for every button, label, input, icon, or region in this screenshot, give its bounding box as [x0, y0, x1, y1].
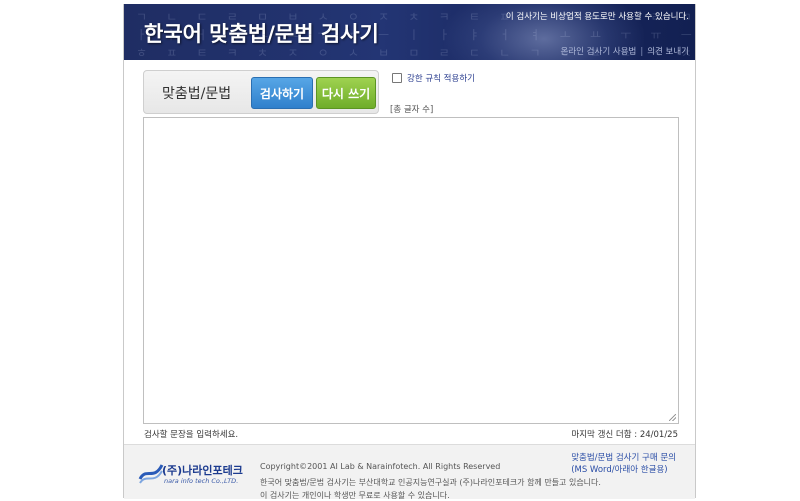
check-button[interactable]: 검사하기 — [251, 77, 313, 109]
last-updated: 마지막 갱신 더함 : 24/01/25 — [571, 430, 678, 440]
link-separator: | — [640, 47, 644, 57]
nara-logo-icon — [138, 464, 164, 484]
input-hint: 검사할 문장을 입력하세요. — [144, 430, 239, 440]
company-sub: nara info tech Co.,LTD. — [164, 477, 239, 485]
tab-spelling-grammar[interactable]: 맞춤법/문법 — [162, 83, 231, 103]
checker-window: ㄱ ㄴ ㄷ ㄹ ㅁ ㅂ ㅅ ㅇ ㅈ ㅊ ㅋ ㅌ ㅍ ㅎ ㄱ ㄴ ㄷ ㄹ ㅁ ㅂ … — [123, 4, 696, 500]
reset-button[interactable]: 다시 쓰기 — [316, 77, 376, 109]
resize-handle-icon[interactable] — [669, 414, 676, 421]
strict-rules-label: 강한 규칙 적용하기 — [407, 74, 475, 84]
site-footer: (주)나라인포테크 nara info tech Co.,LTD. Copyri… — [124, 444, 695, 500]
strict-rules-option[interactable]: 강한 규칙 적용하기 — [392, 72, 475, 84]
char-count: [총 글자 수] — [390, 105, 434, 115]
text-input-area[interactable] — [143, 117, 679, 424]
header-links: 온라인 검사기 사용법 | 의견 보내기 — [561, 45, 689, 57]
help-link[interactable]: 온라인 검사기 사용법 — [561, 47, 637, 57]
purchase-line-2: (MS Word/아래아 한글용) — [571, 465, 668, 475]
purchase-line-1: 맞춤법/문법 검사기 구매 문의 — [571, 453, 676, 463]
footer-description: 한국어 맞춤법/문법 검사기는 부산대학교 인공지능연구실과 (주)나라인포테크… — [260, 478, 601, 487]
strict-rules-checkbox[interactable] — [392, 73, 402, 83]
footer-license-note: 이 검사기는 개인이나 학생만 무료로 사용할 수 있습니다. — [260, 491, 450, 500]
page-title: 한국어 맞춤법/문법 검사기 — [144, 22, 379, 46]
site-header: ㄱ ㄴ ㄷ ㄹ ㅁ ㅂ ㅅ ㅇ ㅈ ㅊ ㅋ ㅌ ㅍ ㅎ ㄱ ㄴ ㄷ ㄹ ㅁ ㅂ … — [124, 4, 695, 60]
company-name: (주)나라인포테크 — [162, 464, 243, 477]
feedback-link[interactable]: 의견 보내기 — [647, 47, 689, 57]
company-logo: (주)나라인포테크 nara info tech Co.,LTD. — [138, 457, 248, 491]
usage-notice: 이 검사기는 비상업적 용도로만 사용할 수 있습니다. — [505, 12, 689, 22]
purchase-inquiry-link[interactable]: 맞춤법/문법 검사기 구매 문의 (MS Word/아래아 한글용) — [571, 452, 676, 476]
toolbar: 맞춤법/문법 검사하기 다시 쓰기 — [143, 70, 379, 114]
copyright-text: Copyright©2001 AI Lab & Narainfotech. Al… — [260, 462, 501, 471]
